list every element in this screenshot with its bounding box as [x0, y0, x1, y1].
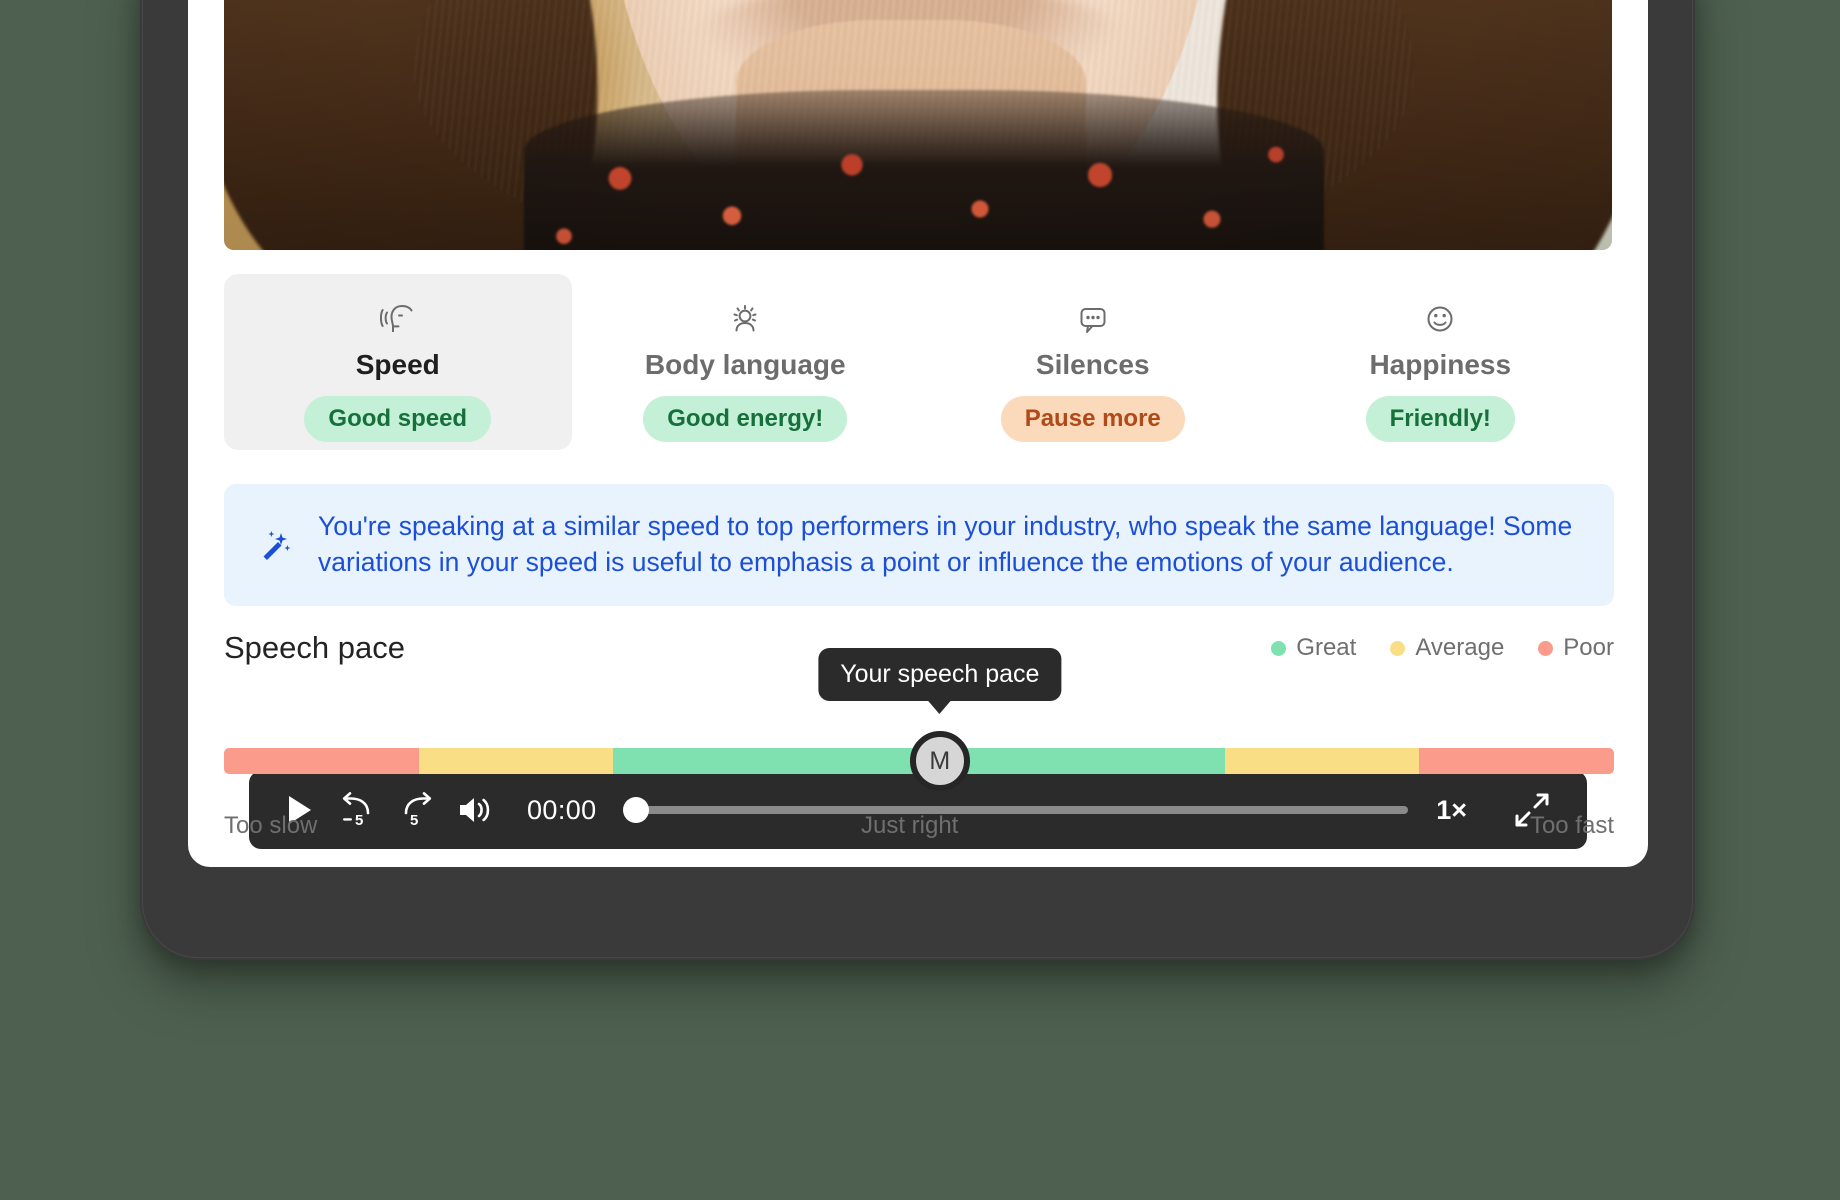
legend-item-poor: Poor: [1538, 634, 1614, 662]
speech-pace-chart: Your speech pace M Too slow Just right T…: [224, 648, 1614, 839]
metric-title: Happiness: [1369, 349, 1512, 380]
metric-status-badge: Good energy!: [643, 396, 848, 442]
pace-axis-labels: Too slow Just right Too fast: [224, 812, 1614, 840]
pace-segment-poor-slow: [224, 748, 419, 774]
chart-legend: Great Average Poor: [1271, 634, 1614, 662]
video-preview[interactable]: [224, 0, 1612, 250]
pace-axis-label-fast: Too fast: [1529, 812, 1614, 839]
page-title: Speech pace: [224, 630, 405, 665]
insight-text: You're speaking at a similar speed to to…: [318, 511, 1573, 577]
speaking-head-icon: [379, 300, 416, 338]
metric-card-silences[interactable]: Silences Pause more: [919, 274, 1267, 450]
metric-card-happiness[interactable]: Happiness Friendly!: [1267, 274, 1615, 450]
metric-title: Body language: [644, 349, 846, 380]
metric-status-badge: Good speed: [304, 396, 492, 442]
speech-pace-section: Speech pace Great Average Poor Your spee…: [224, 630, 1614, 839]
legend-label: Poor: [1563, 634, 1614, 661]
legend-label: Average: [1415, 634, 1505, 661]
insight-banner: You're speaking at a similar speed to to…: [224, 484, 1614, 606]
metric-status-badge: Friendly!: [1365, 396, 1515, 442]
pace-marker[interactable]: M: [909, 731, 970, 791]
pace-axis-label-slow: Too slow: [224, 812, 318, 839]
legend-dot-great: [1271, 640, 1287, 656]
smiley-face-icon: [1422, 300, 1458, 338]
pace-segment-average-fast: [1224, 748, 1420, 774]
app-card: 5 5 00:00 1× Speed Good speed Body langu…: [188, 0, 1648, 867]
pace-segment-average-slow: [418, 748, 614, 774]
pace-axis-label-right: Just right: [860, 812, 959, 839]
legend-dot-poor: [1538, 640, 1554, 656]
metric-status-badge: Pause more: [1000, 396, 1185, 442]
device-frame: 5 5 00:00 1× Speed Good speed Body langu…: [140, 0, 1695, 960]
legend-item-average: Average: [1390, 634, 1504, 662]
pace-segment-poor-fast: [1419, 748, 1614, 774]
legend-item-great: Great: [1271, 634, 1356, 662]
metric-card-body-language[interactable]: Body language Good energy!: [572, 274, 920, 450]
legend-dot-average: [1390, 640, 1406, 656]
metric-card-speed[interactable]: Speed Good speed: [224, 274, 572, 450]
pace-tooltip: Your speech pace: [818, 648, 1062, 714]
metric-title: Silences: [1035, 349, 1150, 380]
magic-wand-icon: [263, 531, 291, 560]
legend-label: Great: [1296, 634, 1357, 661]
metrics-row: Speed Good speed Body language Good ener…: [224, 274, 1614, 450]
video-vignette: [224, 0, 1612, 250]
speech-bubble-icon: [1075, 300, 1111, 338]
body-language-icon: [727, 300, 763, 338]
metric-title: Speed: [355, 349, 440, 380]
